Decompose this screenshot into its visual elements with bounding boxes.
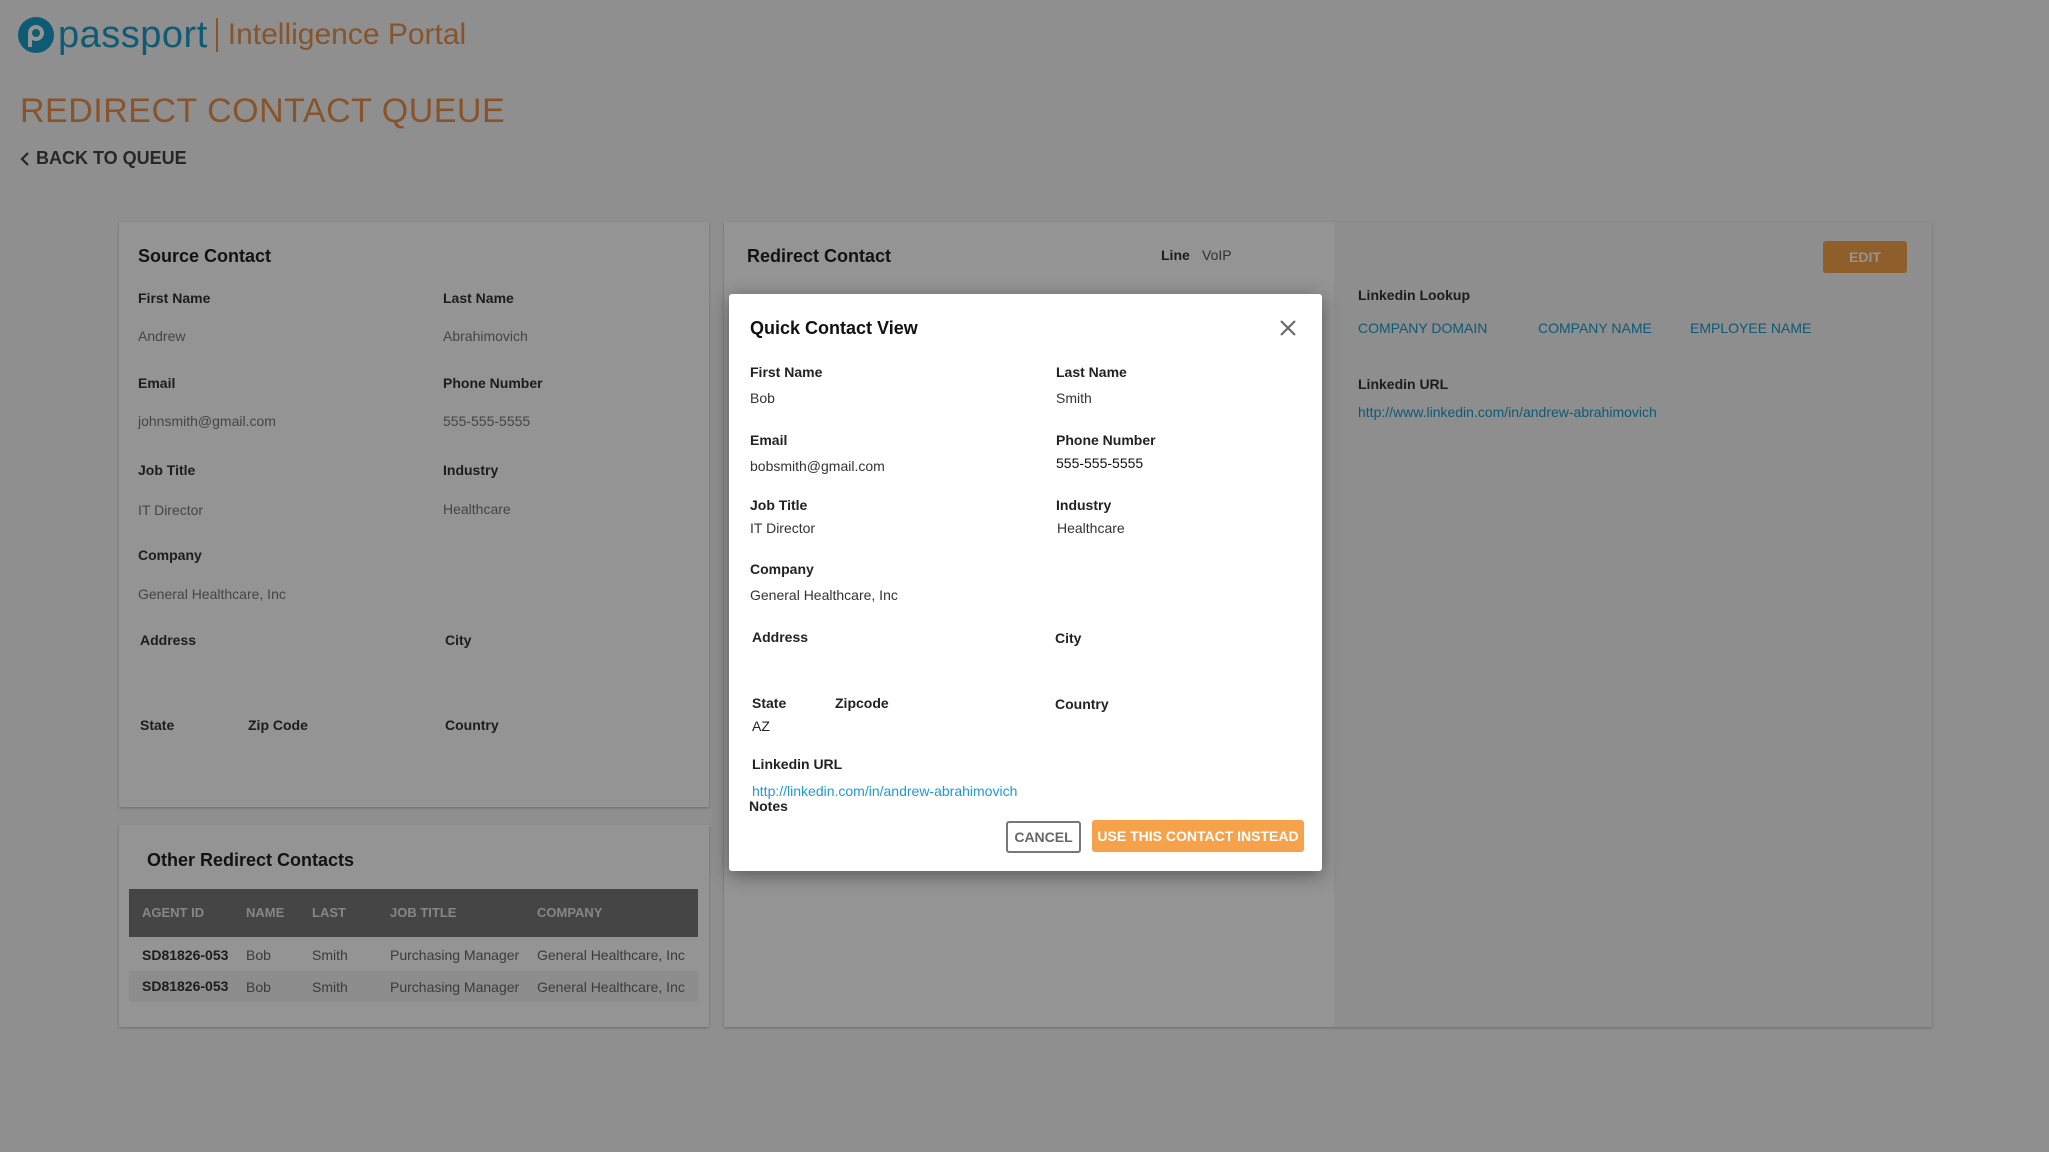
- modal-phone-label: Phone Number: [1056, 432, 1156, 448]
- use-this-contact-button[interactable]: USE THIS CONTACT INSTEAD: [1092, 820, 1304, 852]
- modal-linkedin-label: Linkedin URL: [752, 756, 843, 772]
- cancel-button[interactable]: CANCEL: [1006, 821, 1081, 853]
- modal-company-value: General Healthcare, Inc: [750, 587, 898, 603]
- modal-linkedin-url-link[interactable]: http://linkedin.com/in/andrew-abrahimovi…: [752, 783, 1017, 799]
- modal-country-label: Country: [1055, 696, 1109, 712]
- modal-state-label: State: [752, 695, 787, 711]
- modal-last-name-label: Last Name: [1056, 364, 1127, 380]
- modal-last-name-value: Smith: [1056, 390, 1092, 406]
- close-icon[interactable]: [1278, 318, 1298, 338]
- modal-zip-label: Zipcode: [835, 695, 889, 711]
- modal-job-title-label: Job Title: [750, 497, 808, 513]
- modal-state-value: AZ: [752, 718, 770, 734]
- quick-contact-modal: Quick Contact View First Name Bob Last N…: [729, 294, 1322, 871]
- modal-notes-label: Notes: [749, 798, 788, 814]
- modal-company-label: Company: [750, 561, 814, 577]
- modal-industry-label: Industry: [1056, 497, 1112, 513]
- modal-email-value: bobsmith@gmail.com: [750, 458, 885, 474]
- modal-first-name-label: First Name: [750, 364, 823, 380]
- modal-phone-value: 555-555-5555: [1056, 455, 1144, 471]
- modal-job-title-value: IT Director: [750, 520, 816, 536]
- modal-email-label: Email: [750, 432, 788, 448]
- modal-industry-value: Healthcare: [1057, 520, 1125, 536]
- modal-address-label: Address: [752, 629, 809, 645]
- modal-title: Quick Contact View: [750, 318, 918, 338]
- modal-first-name-value: Bob: [750, 390, 775, 406]
- modal-city-label: City: [1055, 630, 1082, 646]
